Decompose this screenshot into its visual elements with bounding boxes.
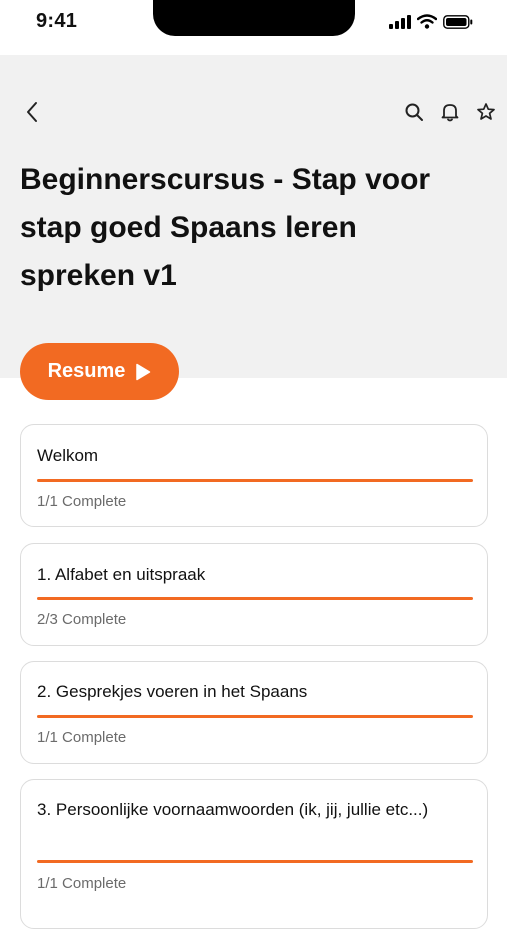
wifi-icon xyxy=(416,14,438,34)
status-time: 9:41 xyxy=(36,10,78,32)
module-title: 2. Gesprekjes voeren in het Spaans xyxy=(37,682,308,701)
back-icon xyxy=(27,102,37,122)
play-icon xyxy=(136,363,151,380)
module-progress-bar xyxy=(37,860,473,863)
module-card[interactable]: Welkom 1/1 Complete xyxy=(20,424,488,527)
status-icons xyxy=(389,14,473,34)
module-status: 1/1 Complete xyxy=(37,729,127,746)
device-notch xyxy=(153,0,355,36)
module-progress-bar xyxy=(37,715,473,718)
status-bar: 9:41 xyxy=(0,0,507,55)
search-icon xyxy=(405,103,423,121)
module-title: 1. Alfabet en uitspraak xyxy=(37,565,206,584)
page-title: Beginnerscursus - Stap voor stap goed Sp… xyxy=(20,163,431,292)
star-icon xyxy=(477,103,495,120)
module-progress-fill xyxy=(37,597,473,600)
resume-button[interactable]: Resume xyxy=(20,343,179,400)
module-status: 1/1 Complete xyxy=(37,493,127,510)
module-title: 3. Persoonlijke voornaamwoorden (ik, jij… xyxy=(37,800,429,819)
module-progress-bar xyxy=(37,479,473,482)
favorite-button[interactable] xyxy=(471,98,501,126)
module-progress-bar xyxy=(37,597,473,600)
signal-icon xyxy=(389,14,411,34)
back-button[interactable] xyxy=(18,98,46,126)
module-card[interactable]: 2. Gesprekjes voeren in het Spaans 1/1 C… xyxy=(20,661,488,764)
module-card[interactable]: 1. Alfabet en uitspraak 2/3 Complete xyxy=(20,543,488,646)
notifications-button[interactable] xyxy=(435,98,465,126)
header-actions xyxy=(399,98,501,126)
battery-icon xyxy=(443,14,473,34)
search-button[interactable] xyxy=(399,98,429,126)
module-title: Welkom xyxy=(37,446,99,465)
resume-button-label: Resume xyxy=(47,360,126,382)
module-progress-fill xyxy=(37,860,473,863)
bell-icon xyxy=(441,104,459,122)
module-status: 2/3 Complete xyxy=(37,611,127,628)
module-card[interactable]: 3. Persoonlijke voornaamwoorden (ik, jij… xyxy=(20,779,488,929)
module-progress-fill xyxy=(37,715,473,718)
module-progress-fill xyxy=(37,479,473,482)
module-status: 1/1 Complete xyxy=(37,875,127,892)
